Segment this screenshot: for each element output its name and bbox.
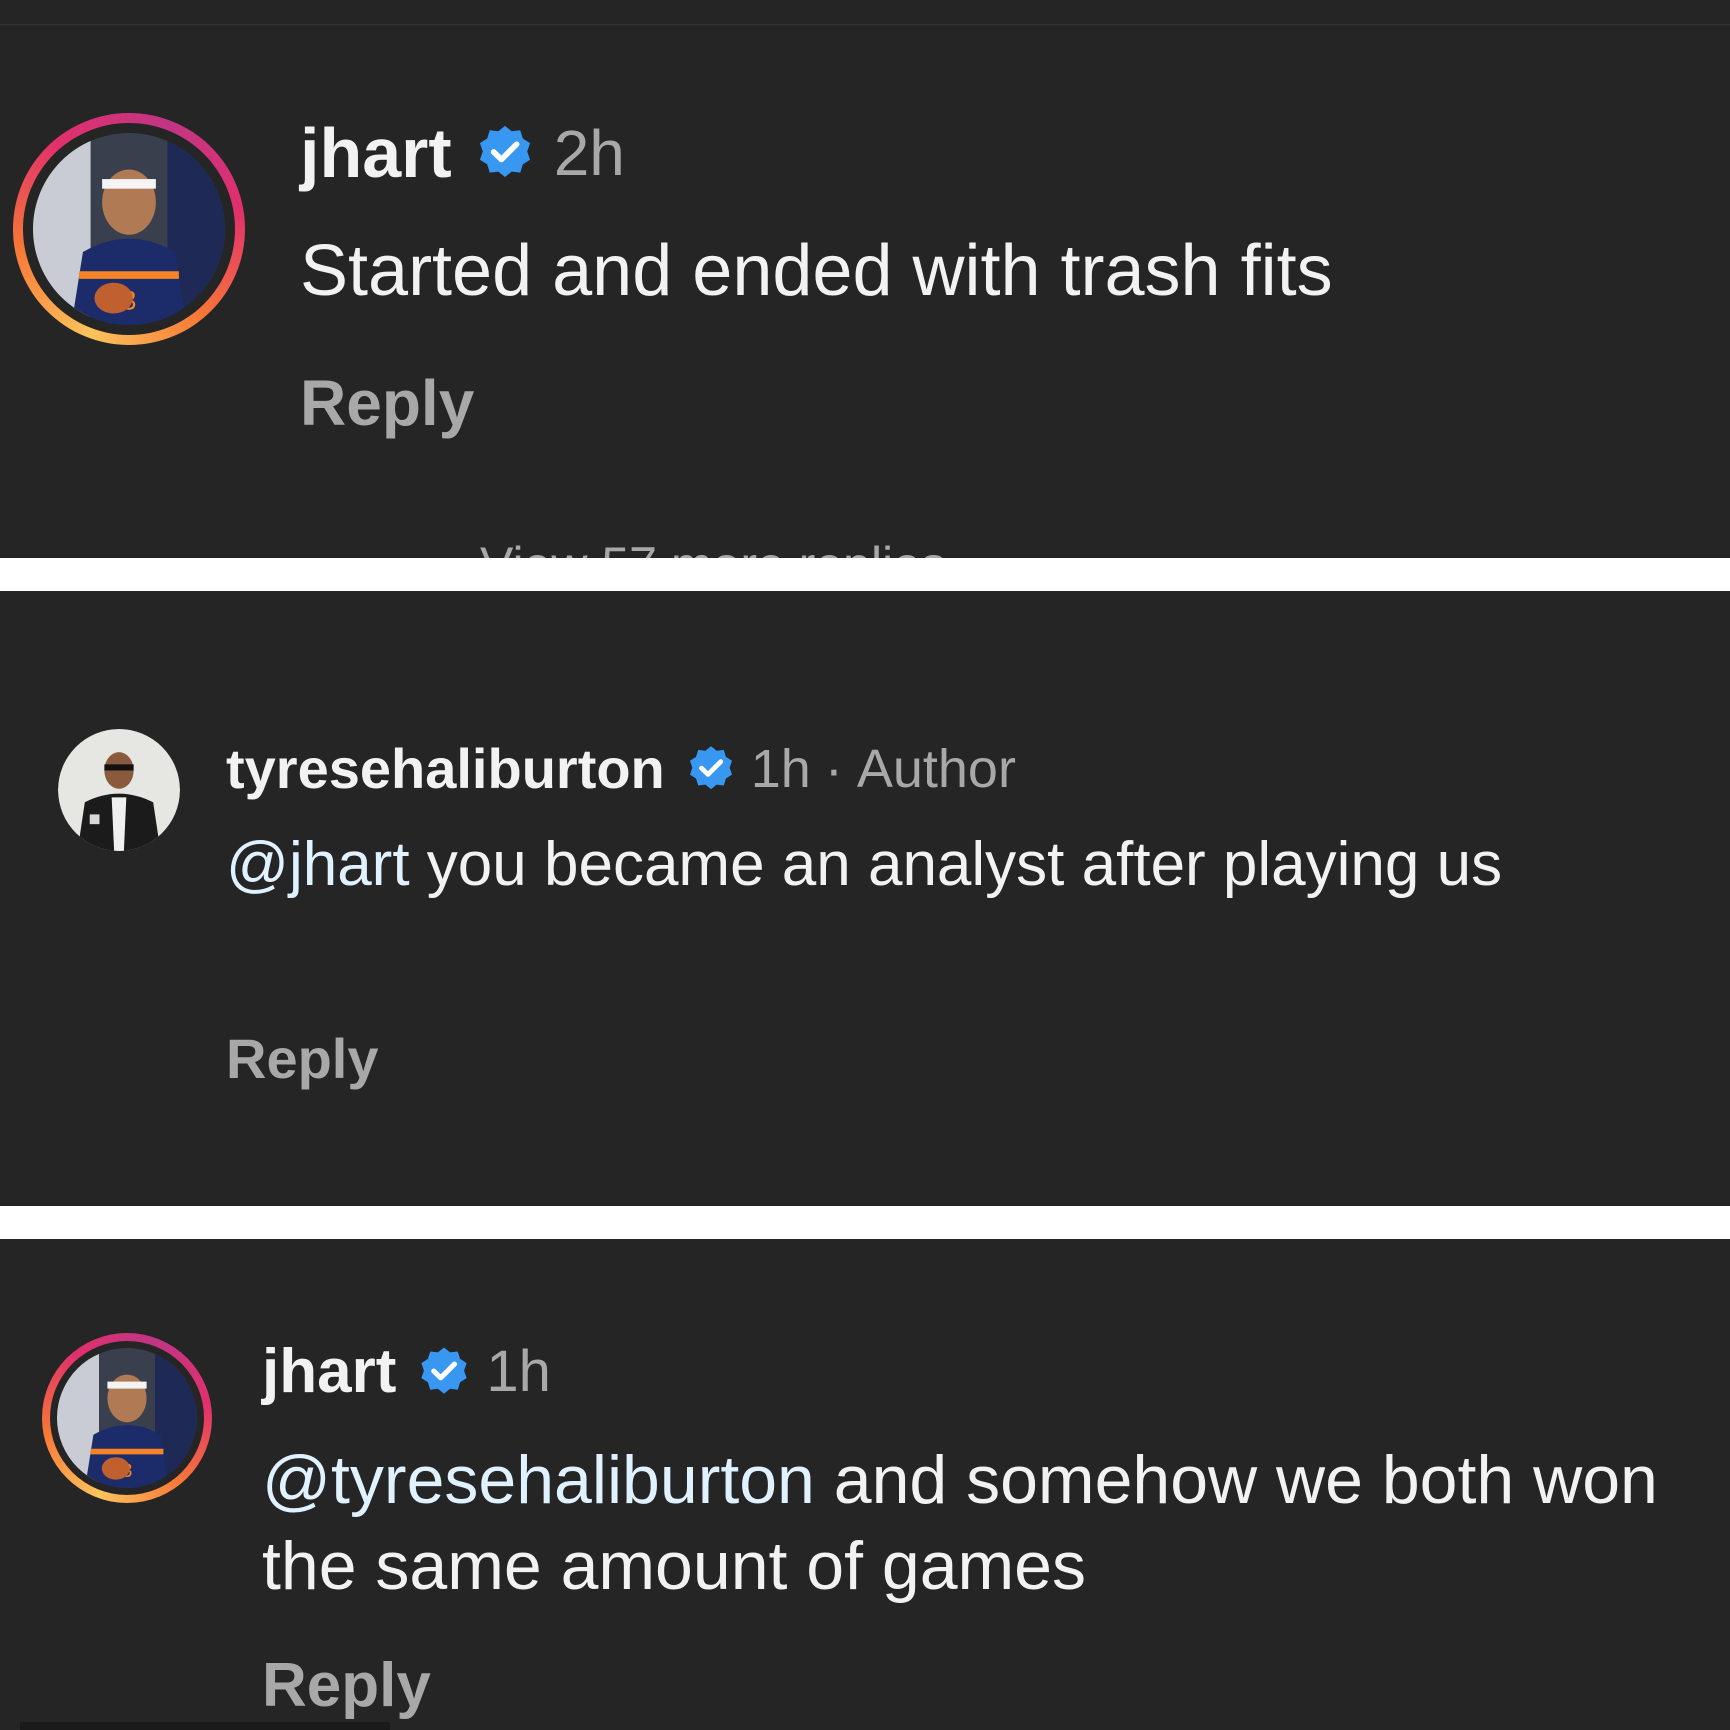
comment-header: tyresehaliburton 1h · Author — [226, 734, 1016, 804]
comment-text: @jhart you became an analyst after playi… — [226, 825, 1636, 905]
avatar-photo-icon — [58, 729, 180, 851]
comment-body: you became an analyst after playing us — [409, 830, 1503, 899]
avatar-photo-icon: 3 — [57, 1348, 197, 1488]
comment-header: jhart 2h — [300, 118, 625, 188]
username[interactable]: tyresehaliburton — [226, 739, 665, 799]
avatar[interactable]: 3 — [13, 113, 245, 345]
comment-time: 2h — [553, 117, 625, 189]
comment-time: 1h — [486, 1339, 551, 1404]
meta-separator: · — [824, 739, 843, 799]
bottom-edge-bar — [20, 1722, 390, 1730]
comment-panel-1: 3 jhart 2h Started and ended with trash … — [0, 0, 1730, 558]
verified-badge-icon — [416, 1344, 472, 1400]
comment-panel-3: 3 jhart 1h @tyresehaliburton and somehow… — [0, 1239, 1730, 1730]
avatar[interactable] — [58, 729, 180, 851]
reply-button[interactable]: Reply — [262, 1651, 431, 1721]
author-tag: Author — [856, 739, 1016, 799]
mention-link[interactable]: @jhart — [226, 830, 410, 899]
reply-button[interactable]: Reply — [300, 368, 474, 438]
username[interactable]: jhart — [300, 118, 452, 188]
avatar-photo-icon: 3 — [33, 133, 225, 325]
view-replies-cut-off[interactable]: View 57 more replies — [480, 540, 946, 558]
verified-badge-icon — [685, 743, 737, 795]
username[interactable]: jhart — [262, 1339, 396, 1405]
avatar[interactable]: 3 — [42, 1333, 212, 1503]
mention-link[interactable]: @tyresehaliburton — [262, 1442, 815, 1518]
comment-body: Started and ended with trash fits — [300, 231, 1333, 311]
comment-header: jhart 1h — [262, 1337, 551, 1407]
divider-line — [0, 24, 1730, 25]
comment-time: 1h — [750, 739, 811, 799]
comment-text: Started and ended with trash fits — [300, 228, 1700, 314]
reply-button[interactable]: Reply — [226, 1027, 379, 1091]
comment-panel-2: tyresehaliburton 1h · Author @jhart you … — [0, 591, 1730, 1206]
comment-text: @tyresehaliburton and somehow we both wo… — [262, 1437, 1702, 1609]
verified-badge-icon — [474, 122, 536, 184]
